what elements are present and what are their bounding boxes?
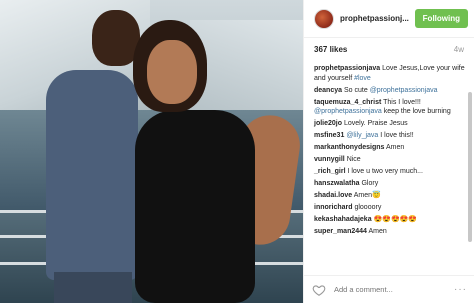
heart-icon[interactable] [312,283,326,297]
comment-username[interactable]: msfine31 [314,132,344,139]
comment-text: @lily_java I love this!! [346,132,414,139]
comment-username[interactable]: markanthonydesigns [314,144,384,151]
comment-username[interactable]: prophetpassionjava [314,65,380,72]
comment-username[interactable]: deancya [314,87,342,94]
comment-text: 😍😍😍😍😍 [373,216,418,223]
avatar[interactable] [314,8,334,29]
comment-username[interactable]: super_man2444 [314,228,367,235]
list-item: deancya So cute @prophetpassionjava [314,86,466,96]
more-options-icon[interactable]: ··· [454,284,467,295]
comment-text: Glory [361,180,379,187]
comment-username[interactable]: _rich_girl [314,168,346,175]
post-header: prophetpassionj... Following [304,0,474,38]
list-item: kekashahadajeka 😍😍😍😍😍 [314,215,466,225]
add-comment-input[interactable] [334,285,454,294]
comment-username[interactable]: hanszwalatha [314,180,360,187]
list-item: innorichard gloooory [314,203,466,213]
list-item: prophetpassionjava Love Jesus,Love your … [314,64,466,83]
mention-link[interactable]: @prophetpassionjava [370,87,438,94]
scrollbar-thumb[interactable] [468,92,472,242]
mention-link[interactable]: @lily_java [346,132,378,139]
list-item: markanthonydesigns Amen [314,143,466,153]
likes-count[interactable]: 367 likes [314,45,347,54]
comment-text: Amen [368,228,387,235]
comment-text: gloooory [354,204,382,211]
woman-face [147,40,197,104]
comment-username[interactable]: vunnygill [314,156,345,163]
comments-list[interactable]: prophetpassionjava Love Jesus,Love your … [304,62,466,272]
mention-link[interactable]: @prophetpassionjava [314,108,382,115]
post-photo[interactable] [0,0,303,303]
comment-text: Nice [346,156,361,163]
list-item: taquemuza_4_christ This I love!!! @proph… [314,98,466,117]
comment-username[interactable]: shadai.love [314,192,352,199]
comments-scrollbar[interactable] [468,62,472,272]
post-meta: 367 likes 4w [304,38,474,60]
following-button[interactable]: Following [414,9,468,28]
comment-text: Amen [385,144,405,151]
comment-username[interactable]: kekashahadajeka [314,216,372,223]
comment-text: Lovely. Praise Jesus [343,120,408,127]
man-jeans [54,272,132,303]
list-item: vunnygill Nice [314,155,466,165]
comment-text: I love u two very much... [347,168,423,175]
list-item: _rich_girl I love u two very much... [314,167,466,177]
list-item: shadai.love Amen😇 [314,191,466,201]
list-item: jolie20jo Lovely. Praise Jesus [314,119,466,129]
comment-text: Amen😇 [353,192,381,199]
comment-username[interactable]: taquemuza_4_christ [314,99,381,106]
list-item: hanszwalatha Glory [314,179,466,189]
post-footer: ··· [304,275,474,303]
comment-text: So cute @prophetpassionjava [343,86,438,94]
list-item: msfine31 @lily_java I love this!! [314,131,466,141]
post-side-panel: prophetpassionj... Following 367 likes 4… [303,0,474,303]
username[interactable]: prophetpassionj... [340,14,415,23]
instagram-post: prophetpassionj... Following 367 likes 4… [0,0,474,303]
comment-username[interactable]: jolie20jo [314,120,342,127]
time-ago: 4w [453,44,464,54]
woman-figure [125,20,303,303]
woman-dress [135,110,255,303]
comment-username[interactable]: innorichard [314,204,353,211]
hashtag-link[interactable]: #love [354,75,371,82]
list-item: super_man2444 Amen [314,227,466,237]
